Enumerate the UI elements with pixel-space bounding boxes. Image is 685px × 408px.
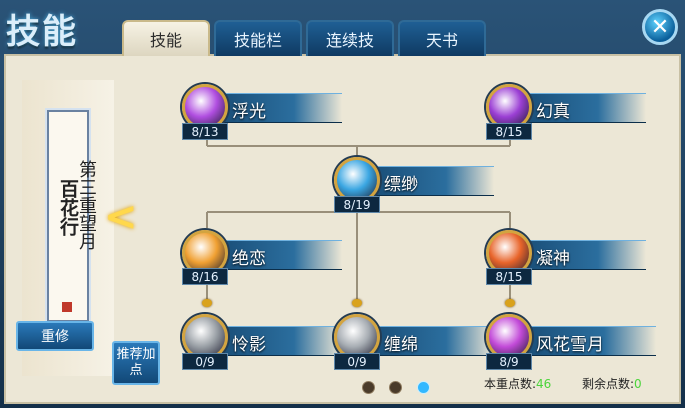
skill-name: 绝恋	[232, 249, 266, 269]
current-points-value: 46	[536, 377, 552, 391]
current-points: 本重点数:46	[484, 375, 551, 392]
page-dot[interactable]	[362, 381, 375, 394]
skill-banner: 绝恋	[222, 240, 342, 270]
skill-window: 百花行 第三重望月 < 技能 技能 技能栏 连续技 天书 ✕ 浮光 8/13 幻…	[0, 0, 685, 408]
remaining-points-label: 剩余点数:	[582, 377, 635, 391]
skill-level: 0/9	[334, 353, 380, 370]
skill-name: 怜影	[232, 335, 266, 355]
skill-name: 风花雪月	[536, 335, 604, 355]
skill-name: 凝神	[536, 249, 570, 269]
skill-level: 8/9	[486, 353, 532, 370]
skill-banner: 缥缈	[374, 166, 494, 196]
lock-icon	[202, 299, 212, 307]
page-dot[interactable]	[389, 381, 402, 394]
skill-name: 幻真	[536, 102, 570, 122]
remaining-points-value: 0	[634, 377, 642, 391]
current-points-label: 本重点数:	[484, 377, 537, 391]
skill-banner: 幻真	[526, 93, 646, 123]
skill-level: 8/16	[182, 268, 228, 285]
skill-name: 浮光	[232, 102, 266, 122]
skill-level: 8/13	[182, 123, 228, 140]
skill-banner: 怜影	[222, 326, 342, 356]
lock-icon	[352, 299, 362, 307]
skill-level: 8/15	[486, 123, 532, 140]
reset-button[interactable]: 重修	[16, 321, 94, 351]
skill-banner: 浮光	[222, 93, 342, 123]
skill-level: 0/9	[182, 353, 228, 370]
remaining-points: 剩余点数:0	[582, 375, 642, 392]
skill-banner: 风花雪月	[526, 326, 656, 356]
skill-level: 8/19	[334, 196, 380, 213]
skill-level: 8/15	[486, 268, 532, 285]
skill-name: 缥缈	[384, 175, 418, 195]
skill-name: 缠绵	[384, 335, 418, 355]
skill-banner: 凝神	[526, 240, 646, 270]
lock-icon	[505, 299, 515, 307]
recommend-points-button[interactable]: 推荐加点	[112, 341, 160, 385]
skill-banner: 缠绵	[374, 326, 494, 356]
page-dot-active[interactable]	[417, 381, 430, 394]
